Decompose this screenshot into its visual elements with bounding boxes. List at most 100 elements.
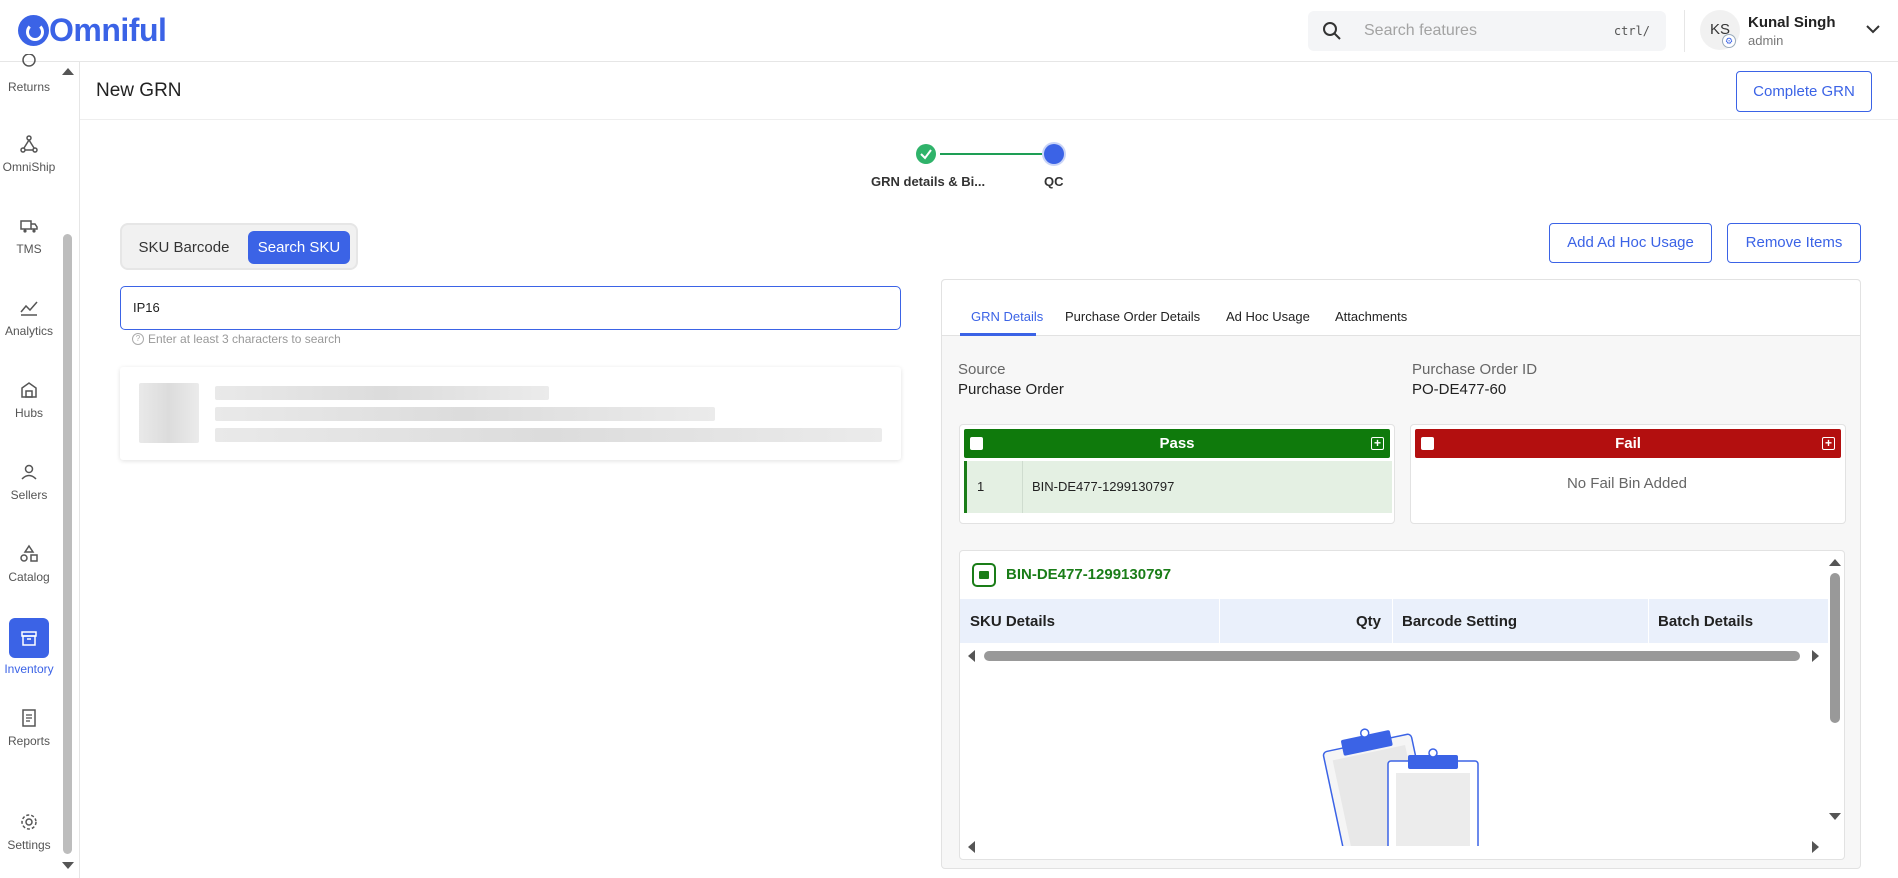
- sidebar-item-settings[interactable]: Settings: [0, 812, 58, 852]
- sidebar-item-tms[interactable]: TMS: [0, 216, 58, 256]
- user-name[interactable]: Kunal Singh: [1748, 14, 1836, 31]
- omniful-logo[interactable]: Omniful: [18, 12, 167, 49]
- table-vertical-scrollbar[interactable]: [1830, 573, 1840, 723]
- page-title: New GRN: [96, 80, 182, 101]
- scroll-up-icon[interactable]: [1829, 559, 1841, 566]
- sidebar-item-label: TMS: [16, 242, 42, 256]
- avatar-settings-icon: ⚙: [1722, 34, 1736, 48]
- hub-icon: [21, 382, 37, 398]
- sku-barcode-option[interactable]: SKU Barcode: [128, 231, 240, 264]
- scroll-right-icon[interactable]: [1812, 841, 1819, 853]
- table-horizontal-scrollbar[interactable]: [984, 651, 1800, 661]
- column-divider: [1392, 599, 1393, 643]
- sidebar-scroll-down-icon[interactable]: [62, 862, 74, 869]
- logo-mark-icon: [18, 15, 49, 46]
- add-fail-bin-icon[interactable]: +: [1822, 437, 1835, 450]
- search-input[interactable]: Search features ctrl/: [1308, 11, 1666, 51]
- sidebar-item-analytics[interactable]: Analytics: [0, 298, 58, 338]
- scroll-left-icon[interactable]: [968, 650, 975, 662]
- detail-tabs: GRN Details Purchase Order Details Ad Ho…: [942, 280, 1860, 336]
- gear-icon: [21, 814, 37, 830]
- fail-bins-title: Fail: [1615, 435, 1641, 452]
- pass-bin-row[interactable]: 1 BIN-DE477-1299130797: [964, 461, 1392, 513]
- search-sku-option[interactable]: Search SKU: [248, 231, 350, 264]
- returns-icon: [22, 54, 36, 67]
- sidebar-item-label: Reports: [7, 734, 51, 748]
- po-id-value: PO-DE477-60: [1412, 381, 1507, 398]
- bin-icon: [1421, 437, 1434, 450]
- grn-details-panel: GRN Details Purchase Order Details Ad Ho…: [941, 279, 1861, 869]
- user-icon: [21, 464, 37, 480]
- complete-grn-button[interactable]: Complete GRN: [1736, 71, 1872, 112]
- step-done-check-icon[interactable]: [916, 144, 936, 164]
- column-divider: [1648, 599, 1649, 643]
- sidebar-item-sellers[interactable]: Sellers: [0, 462, 58, 502]
- sidebar-item-reports[interactable]: Reports: [0, 708, 58, 748]
- bin-detail-title: BIN-DE477-1299130797: [1006, 566, 1172, 583]
- sidebar: Returns OmniShip TMS Analytics Hubs Sell…: [0, 54, 80, 878]
- pass-bins-title: Pass: [1159, 435, 1195, 452]
- pass-bin-id: BIN-DE477-1299130797: [1032, 479, 1175, 494]
- sidebar-item-label: Hubs: [14, 406, 43, 420]
- fail-bins-card: Fail + No Fail Bin Added: [1410, 424, 1846, 524]
- sku-search-hint: ? Enter at least 3 characters to search: [132, 332, 341, 346]
- po-id-label: Purchase Order ID: [1412, 361, 1538, 378]
- sidebar-item-label: Analytics: [4, 324, 54, 338]
- tab-purchase-order-details[interactable]: Purchase Order Details: [1065, 309, 1200, 324]
- top-divider: [1684, 10, 1685, 52]
- tab-ad-hoc-usage[interactable]: Ad Hoc Usage: [1226, 309, 1310, 324]
- logo-text: Omniful: [49, 12, 167, 48]
- col-qty: Qty: [1356, 613, 1382, 630]
- step-label-qc: QC: [1044, 174, 1064, 189]
- pass-bin-index: 1: [977, 479, 985, 494]
- tab-grn-details[interactable]: GRN Details: [971, 309, 1043, 324]
- sidebar-item-hubs[interactable]: Hubs: [0, 380, 58, 420]
- sidebar-item-label: OmniShip: [2, 160, 56, 174]
- row-divider: [1022, 461, 1023, 513]
- scroll-down-icon[interactable]: [1829, 813, 1841, 820]
- sku-search-input[interactable]: IP16: [120, 286, 901, 330]
- empty-clipboard-illustration: [1322, 728, 1479, 846]
- remove-items-button[interactable]: Remove Items: [1727, 223, 1861, 263]
- skeleton-line: [215, 407, 715, 421]
- skeleton-line: [215, 386, 549, 400]
- search-icon: [1323, 22, 1341, 40]
- tab-attachments[interactable]: Attachments: [1335, 309, 1407, 324]
- fail-bins-empty: No Fail Bin Added: [1566, 475, 1688, 492]
- col-batch-details: Batch Details: [1658, 613, 1754, 630]
- sidebar-active-indicator: [9, 618, 49, 658]
- bin-detail-card: BIN-DE477-1299130797 SKU Details Qty Bar…: [959, 550, 1845, 860]
- sidebar-item-label: Returns: [7, 80, 51, 94]
- active-tab-indicator: [960, 333, 1036, 336]
- search-shortcut: ctrl/: [1613, 24, 1650, 38]
- sidebar-item-label: Sellers: [10, 488, 48, 502]
- scroll-left-icon[interactable]: [968, 841, 975, 853]
- source-value: Purchase Order: [958, 381, 1064, 398]
- sidebar-scroll-up-icon[interactable]: [62, 68, 74, 75]
- scroll-right-icon[interactable]: [1812, 650, 1819, 662]
- omniship-icon: [20, 135, 38, 153]
- sidebar-item-inventory[interactable]: Inventory: [0, 618, 58, 676]
- fail-bins-header: Fail +: [1415, 429, 1841, 458]
- user-role: admin: [1748, 33, 1784, 48]
- truck-icon: [20, 220, 38, 233]
- sidebar-item-label: Catalog: [8, 570, 50, 584]
- chevron-down-icon[interactable]: [1866, 24, 1880, 34]
- report-icon: [22, 709, 36, 727]
- step-label-grn-details: GRN details & Bi...: [871, 174, 986, 189]
- step-current-indicator[interactable]: [1044, 144, 1064, 164]
- add-pass-bin-icon[interactable]: +: [1371, 437, 1384, 450]
- sidebar-scrollbar[interactable]: [63, 234, 72, 854]
- sku-mode-toggle: SKU Barcode Search SKU: [120, 223, 358, 270]
- search-results-skeleton: [120, 367, 901, 460]
- add-adhoc-usage-button[interactable]: Add Ad Hoc Usage: [1549, 223, 1712, 263]
- sidebar-item-returns[interactable]: Returns: [0, 54, 58, 94]
- shapes-icon: [20, 544, 38, 562]
- pass-bins-header: Pass +: [964, 429, 1390, 458]
- bin-icon: [972, 563, 996, 587]
- sidebar-item-catalog[interactable]: Catalog: [0, 544, 58, 584]
- skeleton-image: [139, 383, 199, 443]
- sidebar-item-label: Settings: [7, 838, 51, 852]
- sidebar-item-omniship[interactable]: OmniShip: [0, 134, 58, 174]
- bin-items-table-header: SKU Details Qty Barcode Setting Batch De…: [960, 599, 1828, 643]
